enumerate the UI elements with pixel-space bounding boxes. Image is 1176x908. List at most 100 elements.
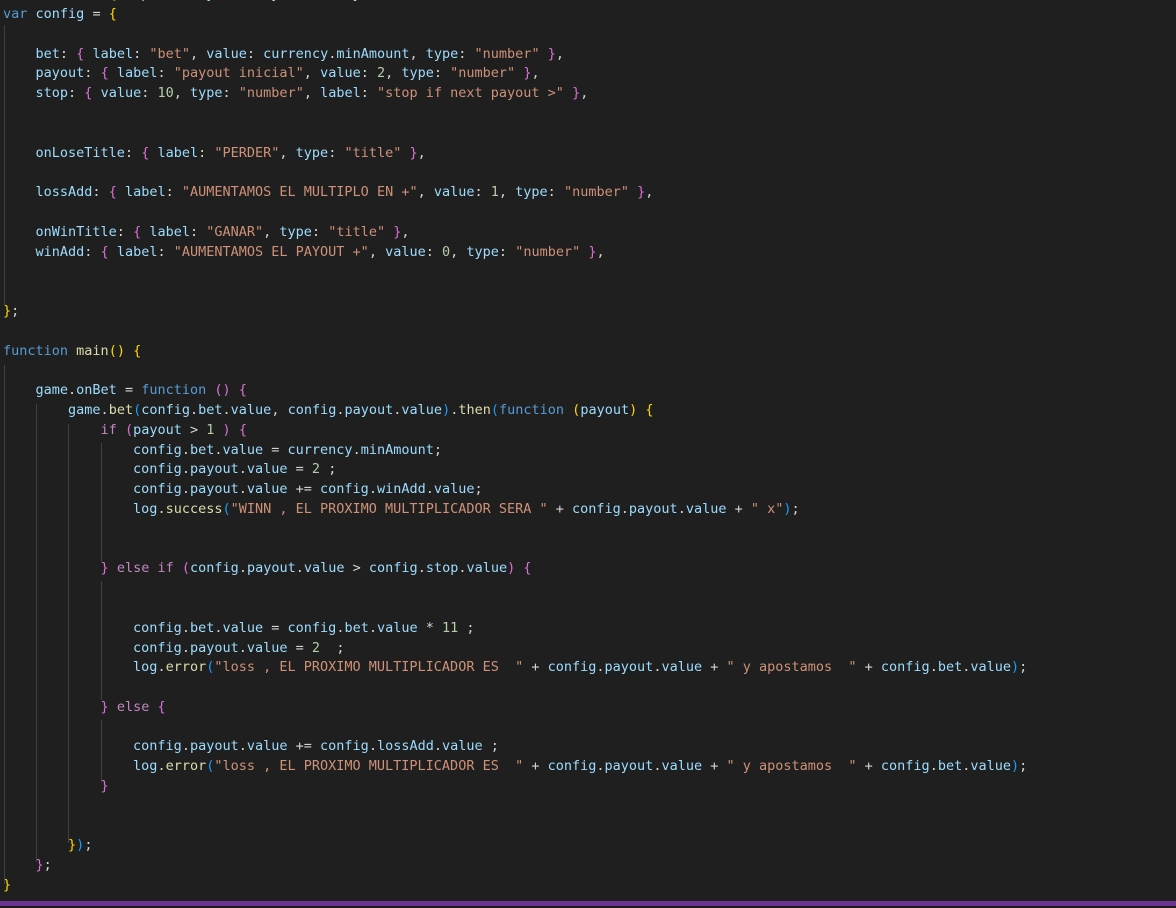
indent-guide xyxy=(4,25,5,306)
code-token: payout xyxy=(190,738,239,754)
code-line[interactable]: stop: { value: 10, type: "number", label… xyxy=(3,84,1176,104)
code-line[interactable]: function main() { xyxy=(3,342,1176,362)
code-token: : xyxy=(361,65,377,81)
code-line[interactable]: config.bet.value = config.bet.value * 11… xyxy=(3,619,1176,639)
code-token: : xyxy=(84,65,100,81)
code-token: + xyxy=(523,659,547,675)
code-token: , xyxy=(556,46,564,62)
code-line[interactable] xyxy=(3,25,1176,45)
code-token: value xyxy=(304,560,345,576)
code-token: payout xyxy=(133,422,182,438)
code-line[interactable] xyxy=(3,322,1176,342)
code-token: = xyxy=(263,442,287,458)
code-line[interactable]: log.error("loss , EL PROXIMO MULTIPLICAD… xyxy=(3,658,1176,678)
code-token: = xyxy=(263,620,287,636)
code-line[interactable]: config.payout.value += config.lossAdd.va… xyxy=(3,737,1176,757)
code-line[interactable] xyxy=(3,797,1176,817)
code-token: config xyxy=(133,442,182,458)
code-line[interactable]: } xyxy=(3,876,1176,896)
code-line[interactable]: bet: { label: "bet", value: currency.min… xyxy=(3,45,1176,65)
code-token: ; xyxy=(84,837,92,853)
code-token: } xyxy=(68,837,76,853)
code-token xyxy=(27,6,35,22)
code-line[interactable]: } else { xyxy=(3,698,1176,718)
code-token: value xyxy=(385,244,426,260)
code-line[interactable]: winAdd: { label: "AUMENTAMOS EL PAYOUT +… xyxy=(3,243,1176,263)
code-line[interactable]: onLoseTitle: { label: "PERDER", type: "t… xyxy=(3,144,1176,164)
code-token: ( xyxy=(133,402,141,418)
code-token: function xyxy=(141,382,206,398)
code-token: "number" xyxy=(239,85,304,101)
code-line[interactable]: lossAdd: { label: "AUMENTAMOS EL MULTIPL… xyxy=(3,183,1176,203)
code-line[interactable] xyxy=(3,104,1176,124)
code-line[interactable] xyxy=(3,817,1176,837)
code-token: , xyxy=(645,184,653,200)
code-token xyxy=(231,382,239,398)
code-line[interactable] xyxy=(3,579,1176,599)
code-token: . xyxy=(369,481,377,497)
code-line[interactable]: game.onBet = function () { xyxy=(3,381,1176,401)
code-line[interactable] xyxy=(3,163,1176,183)
code-token: : xyxy=(190,224,206,240)
code-token: : xyxy=(434,65,450,81)
code-token: ( xyxy=(491,402,499,418)
code-token: config xyxy=(369,560,418,576)
code-line[interactable] xyxy=(3,599,1176,619)
code-line[interactable]: config.bet.value = currency.minAmount; xyxy=(3,441,1176,461)
code-token xyxy=(174,560,182,576)
code-token: ; xyxy=(458,620,474,636)
code-token: config xyxy=(133,738,182,754)
code-line[interactable]: game.bet(config.bet.value, config.payout… xyxy=(3,401,1176,421)
code-line[interactable]: payout: { label: "payout inicial", value… xyxy=(3,64,1176,84)
code-line[interactable]: log.error("loss , EL PROXIMO MULTIPLICAD… xyxy=(3,757,1176,777)
code-token: , xyxy=(597,244,605,260)
code-token: . xyxy=(434,738,442,754)
code-line[interactable]: } xyxy=(3,777,1176,797)
code-line[interactable]: config.payout.value = 2 ; xyxy=(3,639,1176,659)
code-token: { xyxy=(239,422,247,438)
code-token: error xyxy=(166,659,207,675)
code-line[interactable]: }; xyxy=(3,856,1176,876)
code-line[interactable]: log.success("WINN , EL PROXIMO MULTIPLIC… xyxy=(3,500,1176,520)
code-token: game xyxy=(36,382,69,398)
code-token: config xyxy=(320,481,369,497)
code-token: minAmount xyxy=(361,442,434,458)
code-line[interactable] xyxy=(3,678,1176,698)
code-line[interactable]: if (payout > 1 ) { xyxy=(3,421,1176,441)
code-token: . xyxy=(182,442,190,458)
code-line[interactable]: }; xyxy=(3,302,1176,322)
code-token: "stop if next payout >" xyxy=(377,85,564,101)
code-token: config xyxy=(288,620,337,636)
code-line[interactable] xyxy=(3,282,1176,302)
code-token: value xyxy=(247,640,288,656)
code-line[interactable]: onWinTitle: { label: "GANAR", type: "tit… xyxy=(3,223,1176,243)
code-line[interactable] xyxy=(3,124,1176,144)
code-token: stop xyxy=(36,85,69,101)
code-line[interactable]: config.payout.value = 2 ; xyxy=(3,460,1176,480)
code-line[interactable]: }); xyxy=(3,836,1176,856)
code-token: ; xyxy=(44,857,52,873)
code-editor[interactable]: { p y y y var config = { bet: { label: "… xyxy=(0,0,1176,908)
code-line[interactable]: var config = { xyxy=(3,5,1176,25)
indent-guide xyxy=(68,424,69,843)
code-token: game xyxy=(68,402,101,418)
code-token: . xyxy=(621,501,629,517)
code-area[interactable]: var config = { bet: { label: "bet", valu… xyxy=(3,5,1176,896)
code-token xyxy=(3,244,36,260)
code-line[interactable] xyxy=(3,203,1176,223)
code-line[interactable] xyxy=(3,262,1176,282)
code-token: . xyxy=(239,640,247,656)
code-line[interactable] xyxy=(3,361,1176,381)
code-line[interactable] xyxy=(3,718,1176,738)
code-token: = xyxy=(117,382,141,398)
code-token: payout xyxy=(345,402,394,418)
code-token: { xyxy=(645,402,653,418)
code-line[interactable] xyxy=(3,520,1176,540)
code-token: "number" xyxy=(475,46,540,62)
code-token: bet xyxy=(190,620,214,636)
code-token: : xyxy=(125,145,141,161)
code-line[interactable] xyxy=(3,540,1176,560)
code-token: "number" xyxy=(515,244,580,260)
code-line[interactable]: } else if (config.payout.value > config.… xyxy=(3,559,1176,579)
code-line[interactable]: config.payout.value += config.winAdd.val… xyxy=(3,480,1176,500)
